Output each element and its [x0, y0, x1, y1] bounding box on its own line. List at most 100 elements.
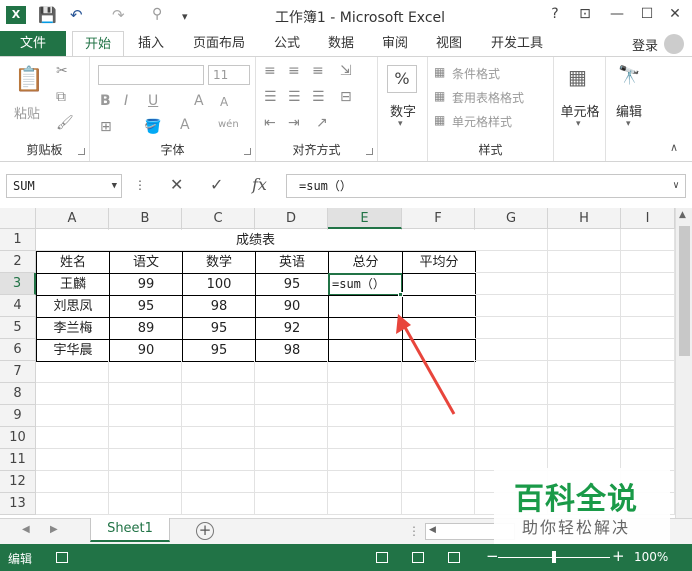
- cells-dropdown-icon[interactable]: ▾: [576, 119, 581, 129]
- clipboard-launcher-icon[interactable]: [78, 148, 85, 155]
- login-link[interactable]: 登录: [632, 35, 658, 54]
- enter-button[interactable]: ✓: [210, 175, 223, 194]
- editing-button[interactable]: 编辑: [606, 101, 652, 120]
- align-left-icon[interactable]: ☰: [264, 89, 277, 105]
- save-icon[interactable]: 💾: [38, 6, 57, 24]
- wrap-text-icon[interactable]: ⇲: [340, 63, 352, 79]
- binoculars-icon: 🔭: [618, 65, 641, 86]
- sheet-options-icon[interactable]: ⋮: [408, 524, 420, 538]
- zoom-in-button[interactable]: +: [612, 547, 625, 565]
- tab-data[interactable]: 数据: [320, 31, 362, 56]
- phonetic-button[interactable]: wén: [218, 119, 239, 130]
- cut-icon[interactable]: ✂: [56, 63, 68, 79]
- conditional-format-button[interactable]: 条件格式: [452, 65, 500, 82]
- cancel-button[interactable]: ✕: [170, 175, 183, 194]
- tab-page-layout[interactable]: 页面布局: [184, 31, 254, 56]
- collapse-ribbon-icon[interactable]: ∧: [670, 141, 678, 154]
- formula-input[interactable]: =sum（） ∨: [286, 174, 686, 198]
- name-box[interactable]: SUM ▼: [6, 174, 122, 198]
- cell-styles-icon: ▦: [434, 113, 446, 127]
- align-right-icon[interactable]: ☰: [312, 89, 325, 105]
- format-painter-icon[interactable]: 🖌: [56, 115, 74, 131]
- tab-developer[interactable]: 开发工具: [482, 31, 552, 56]
- customize-qat-icon[interactable]: ▾: [182, 10, 188, 23]
- decrease-indent-icon[interactable]: ⇤: [264, 115, 276, 131]
- cells-group: ▦ 单元格 ▾: [554, 57, 606, 161]
- orientation-icon[interactable]: ↗: [316, 115, 328, 131]
- user-avatar-icon[interactable]: [664, 34, 684, 54]
- font-launcher-icon[interactable]: [244, 148, 251, 155]
- editing-dropdown-icon[interactable]: ▾: [626, 119, 631, 129]
- alignment-group-label: 对齐方式: [292, 143, 341, 157]
- format-table-icon: ▦: [434, 89, 446, 103]
- undo-icon[interactable]: ↶: [70, 6, 83, 24]
- insert-function-button[interactable]: fx: [252, 175, 267, 194]
- conditional-format-icon: ▦: [434, 65, 446, 79]
- percent-icon[interactable]: %: [387, 65, 417, 93]
- paste-icon: 📋: [14, 65, 44, 93]
- name-box-dropdown-icon[interactable]: ▼: [112, 175, 117, 197]
- zoom-level[interactable]: 100%: [634, 550, 668, 564]
- font-name-dropdown[interactable]: [98, 65, 204, 85]
- next-sheet-icon[interactable]: ▶: [50, 524, 58, 535]
- add-sheet-button[interactable]: +: [196, 522, 214, 540]
- tab-formulas[interactable]: 公式: [266, 31, 308, 56]
- expand-formula-icon[interactable]: ∨: [673, 175, 679, 197]
- increase-indent-icon[interactable]: ⇥: [288, 115, 300, 131]
- clipboard-group: 📋 粘贴 ✂ ⧉ 🖌 剪贴板: [0, 57, 90, 161]
- format-painter-icon[interactable]: ⚲: [152, 6, 162, 22]
- merge-center-icon[interactable]: ⊟: [340, 89, 352, 105]
- alignment-launcher-icon[interactable]: [366, 148, 373, 155]
- normal-view-icon[interactable]: [376, 552, 388, 563]
- more-options-icon[interactable]: ⋮: [134, 178, 146, 192]
- number-format-button[interactable]: 数字: [378, 101, 428, 120]
- close-button[interactable]: ✕: [664, 6, 686, 22]
- help-button[interactable]: ?: [544, 6, 566, 22]
- number-dropdown-icon[interactable]: ▾: [398, 119, 403, 129]
- page-layout-view-icon[interactable]: [412, 552, 424, 563]
- grow-font-button[interactable]: A: [194, 93, 204, 109]
- status-bar: 编辑 − + 100%: [0, 544, 692, 571]
- watermark-subtitle: 助你轻松解决: [522, 518, 631, 537]
- align-center-icon[interactable]: ☰: [288, 89, 301, 105]
- tab-home[interactable]: 开始: [72, 31, 124, 57]
- cells-button[interactable]: 单元格: [554, 101, 606, 120]
- underline-button[interactable]: U: [148, 93, 158, 109]
- scroll-left-icon[interactable]: ◀: [429, 525, 436, 535]
- borders-icon[interactable]: ⊞: [100, 119, 112, 135]
- format-as-table-button[interactable]: 套用表格格式: [452, 89, 524, 106]
- tab-view[interactable]: 视图: [428, 31, 470, 56]
- page-break-view-icon[interactable]: [448, 552, 460, 563]
- cells-icon: ▦: [568, 65, 587, 89]
- zoom-out-button[interactable]: −: [486, 547, 499, 565]
- zoom-slider-thumb[interactable]: [552, 551, 556, 563]
- ribbon-display-button[interactable]: ⊡: [574, 6, 596, 22]
- tab-file[interactable]: 文件: [0, 31, 66, 56]
- font-group: 11 B I U A A ⊞ 🪣 A wén 字体: [90, 57, 256, 161]
- font-size-dropdown[interactable]: 11: [208, 65, 250, 85]
- prev-sheet-icon[interactable]: ◀: [22, 524, 30, 535]
- align-middle-icon[interactable]: ≡: [288, 63, 300, 79]
- maximize-button[interactable]: ☐: [636, 6, 658, 22]
- title-bar: X 💾 ↶ ↷ ⚲ ▾ 工作簿1 - Microsoft Excel ? ⊡ —…: [0, 0, 692, 31]
- cell-styles-button[interactable]: 单元格样式: [452, 113, 512, 130]
- font-color-button[interactable]: A: [180, 117, 190, 133]
- redo-icon[interactable]: ↷: [112, 6, 125, 24]
- mode-indicator: 编辑: [8, 552, 33, 566]
- styles-group-label: 样式: [478, 143, 503, 157]
- copy-icon[interactable]: ⧉: [56, 89, 66, 105]
- bold-button[interactable]: B: [100, 93, 111, 109]
- minimize-button[interactable]: —: [606, 6, 628, 22]
- name-box-value: SUM: [13, 179, 35, 193]
- align-top-icon[interactable]: ≡: [264, 63, 276, 79]
- paste-button[interactable]: 粘贴: [10, 103, 44, 122]
- tab-review[interactable]: 审阅: [374, 31, 416, 56]
- macro-record-icon[interactable]: [56, 552, 68, 563]
- tab-insert[interactable]: 插入: [130, 31, 172, 56]
- fill-color-icon[interactable]: 🪣: [144, 119, 161, 135]
- align-bottom-icon[interactable]: ≡: [312, 63, 324, 79]
- sheet-tab-sheet1[interactable]: Sheet1: [90, 518, 170, 542]
- shrink-font-button[interactable]: A: [220, 95, 228, 109]
- italic-button[interactable]: I: [124, 93, 128, 109]
- clipboard-group-label: 剪贴板: [26, 143, 63, 157]
